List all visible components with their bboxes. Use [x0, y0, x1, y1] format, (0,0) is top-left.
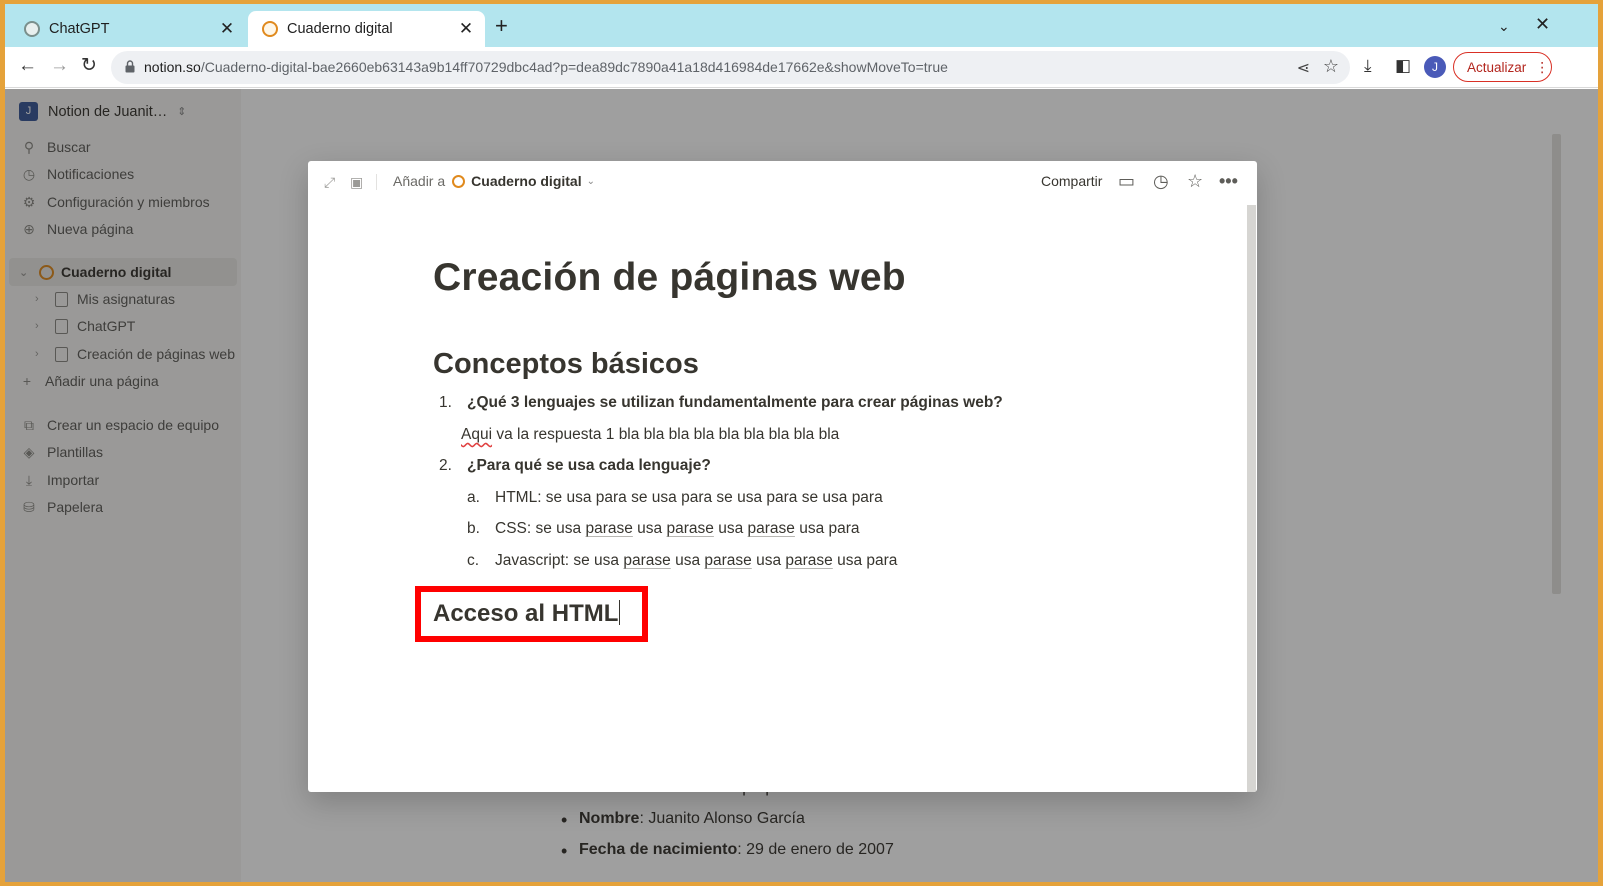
text-part: usa [670, 552, 705, 569]
heading-text: Acceso al HTML [433, 600, 619, 627]
history-icon[interactable]: ◷ [1153, 171, 1169, 192]
divider [376, 174, 377, 190]
share-button[interactable]: Compartir [1041, 173, 1102, 189]
list-number: 2. [439, 457, 452, 474]
close-icon[interactable]: ✕ [457, 19, 475, 39]
list-letter: a. [467, 489, 480, 506]
add-to-target: Cuaderno digital [471, 173, 582, 189]
add-to-label: Añadir a [393, 173, 446, 189]
share-icon[interactable]: ⋖ [1297, 58, 1310, 78]
update-button[interactable]: Actualizar ⋮ [1453, 52, 1552, 82]
window-close-icon[interactable]: ✕ [1535, 14, 1550, 35]
highlight-box: Acceso al HTML [415, 586, 648, 642]
question-text: ¿Qué 3 lenguajes se utilizan fundamental… [467, 394, 1003, 411]
browser-toolbar: ← → ↻ notion.so/Cuaderno-digital-bae2660… [5, 47, 1598, 88]
page-title[interactable]: Creación de páginas web [433, 256, 906, 300]
text-part: usa [713, 520, 748, 537]
chevron-down-icon[interactable]: ⌄ [1498, 18, 1510, 35]
notion-app: J Notion de Juanit… ⇕ ⚲ Buscar ◷ Notific… [5, 89, 1598, 882]
misspelled-word: parase [785, 552, 833, 569]
text-part: usa [751, 552, 786, 569]
peek-mode-icon[interactable]: ▣ [350, 174, 363, 191]
address-bar[interactable]: notion.so/Cuaderno-digital-bae2660eb6314… [111, 51, 1350, 84]
list-number: 1. [439, 394, 452, 411]
tab-title: ChatGPT [49, 21, 110, 37]
question-text: ¿Para qué se usa cada lenguaje? [467, 457, 711, 474]
download-icon[interactable]: ⤓ [1364, 56, 1372, 76]
chatgpt-icon [24, 21, 40, 37]
misspelled-word: parase [666, 520, 714, 537]
reload-icon[interactable]: ↻ [81, 56, 97, 76]
misspelled-word: Aqui [461, 426, 493, 443]
heading-conceptos-basicos[interactable]: Conceptos básicos [433, 348, 699, 381]
misspelled-word: parase [623, 552, 671, 569]
list-item-text: HTML: se usa para se usa para se usa par… [495, 489, 883, 506]
url-text: notion.so/Cuaderno-digital-bae2660eb6314… [144, 59, 948, 75]
list-item-b[interactable]: b. CSS: se usa parase usa parase usa para… [467, 520, 860, 538]
answer-text: va la respuesta 1 bla bla bla bla bla bl… [492, 426, 840, 443]
star-icon[interactable]: ☆ [1187, 171, 1203, 192]
text-part: CSS: se usa [495, 520, 586, 537]
page-scrollbar[interactable] [1552, 134, 1561, 594]
star-icon[interactable]: ☆ [1323, 56, 1339, 77]
tab-bar: ChatGPT ✕ Cuaderno digital ✕ + ⌄ ✕ [5, 4, 1598, 47]
misspelled-word: parase [704, 552, 752, 569]
notion-page-icon [452, 174, 466, 188]
more-icon[interactable]: ••• [1219, 171, 1238, 192]
list-letter: b. [467, 520, 480, 537]
tab-chatgpt[interactable]: ChatGPT ✕ [10, 11, 246, 47]
new-tab-icon[interactable]: + [495, 15, 508, 37]
browser-window: ChatGPT ✕ Cuaderno digital ✕ + ⌄ ✕ ← → ↻… [5, 4, 1598, 882]
move-to-button[interactable]: Añadir a Cuaderno digital ⌄ [393, 173, 595, 189]
url-path: /Cuaderno-digital-bae2660eb63143a9b14ff7… [200, 59, 948, 75]
modal-scrollbar[interactable] [1247, 205, 1256, 792]
lock-icon [125, 60, 135, 73]
text-part: usa [632, 520, 667, 537]
page-peek-modal: ⤢ ▣ Añadir a Cuaderno digital ⌄ Comparti… [308, 161, 1257, 792]
list-item-c[interactable]: c. Javascript: se usa parase usa parase u… [467, 552, 897, 570]
url-host: notion.so [144, 59, 201, 75]
text-cursor [619, 600, 621, 625]
more-vert-icon: ⋮ [1535, 58, 1550, 75]
misspelled-word: parase [747, 520, 795, 537]
comment-icon[interactable]: ▭ [1118, 171, 1135, 192]
list-item-a[interactable]: a. HTML: se usa para se usa para se usa p… [467, 489, 883, 507]
back-icon[interactable]: ← [18, 56, 37, 76]
expand-icon[interactable]: ⤢ [324, 174, 335, 191]
answer-1[interactable]: Aqui va la respuesta 1 bla bla bla bla b… [461, 426, 839, 444]
list-item-q1[interactable]: 1. ¿Qué 3 lenguajes se utilizan fundament… [439, 394, 1003, 412]
heading-acceso-al-html[interactable]: Acceso al HTML [433, 600, 621, 628]
update-label: Actualizar [1467, 59, 1527, 75]
misspelled-word: parase [585, 520, 633, 537]
forward-icon[interactable]: → [50, 56, 69, 76]
text-part: Javascript: se usa [495, 552, 624, 569]
tab-title: Cuaderno digital [287, 21, 393, 37]
list-item-q2[interactable]: 2. ¿Para qué se usa cada lenguaje? [439, 457, 711, 475]
notion-page-icon [262, 21, 278, 37]
profile-avatar[interactable]: J [1424, 56, 1446, 78]
side-panel-icon[interactable]: ◧ [1395, 56, 1411, 76]
tab-cuaderno-digital[interactable]: Cuaderno digital ✕ [248, 11, 485, 47]
list-letter: c. [467, 552, 480, 569]
close-icon[interactable]: ✕ [218, 19, 236, 39]
text-part: usa para [794, 520, 860, 537]
chevron-down-icon: ⌄ [586, 175, 595, 187]
text-part: usa para [832, 552, 898, 569]
modal-topbar: ⤢ ▣ Añadir a Cuaderno digital ⌄ Comparti… [308, 161, 1257, 203]
